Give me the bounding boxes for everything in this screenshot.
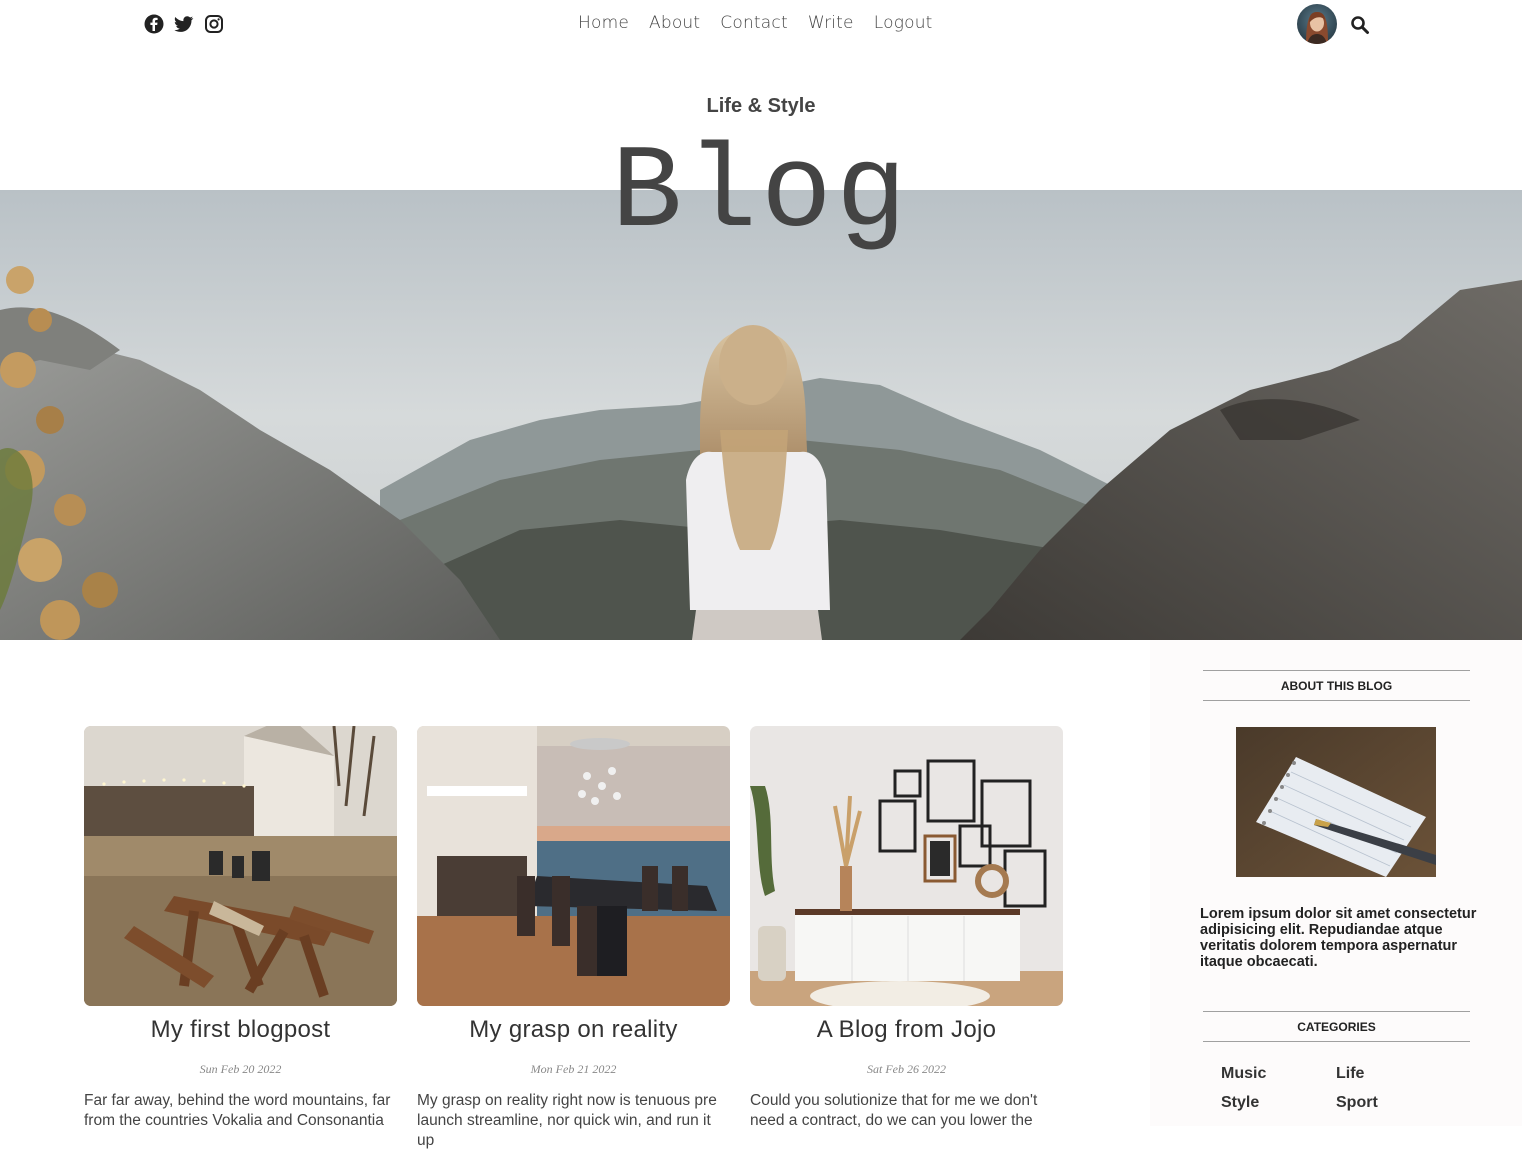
post-title[interactable]: My grasp on reality bbox=[417, 1016, 730, 1044]
post-card[interactable]: A Blog from Jojo Sat Feb 26 2022 Could y… bbox=[750, 726, 1063, 1151]
about-text: Lorem ipsum dolor sit amet consectetur a… bbox=[1200, 906, 1477, 970]
instagram-icon[interactable] bbox=[204, 13, 224, 35]
about-heading: ABOUT THIS BLOG bbox=[1203, 670, 1470, 701]
facebook-icon[interactable] bbox=[144, 13, 164, 35]
post-card[interactable]: My grasp on reality Mon Feb 21 2022 My g… bbox=[417, 726, 730, 1151]
sidebar: ABOUT THIS BLOG Lorem ipsum dolor sit am… bbox=[1150, 640, 1522, 1126]
post-card[interactable]: My first blogpost Sun Feb 20 2022 Far fa… bbox=[84, 726, 397, 1151]
post-image[interactable] bbox=[417, 726, 730, 1006]
post-date: Sat Feb 26 2022 bbox=[867, 1062, 946, 1076]
nav-about[interactable]: About bbox=[649, 13, 700, 33]
social-links bbox=[144, 13, 224, 35]
post-date: Mon Feb 21 2022 bbox=[530, 1062, 617, 1076]
post-excerpt: My grasp on reality right now is tenuous… bbox=[417, 1092, 717, 1149]
post-title[interactable]: A Blog from Jojo bbox=[750, 1016, 1063, 1044]
post-image[interactable] bbox=[84, 726, 397, 1006]
nav-logout[interactable]: Logout bbox=[874, 13, 933, 33]
post-image[interactable] bbox=[750, 726, 1063, 1006]
nav-contact[interactable]: Contact bbox=[720, 13, 788, 33]
avatar[interactable] bbox=[1297, 4, 1337, 44]
post-title[interactable]: My first blogpost bbox=[84, 1016, 397, 1044]
about-image bbox=[1236, 727, 1436, 877]
top-navbar: Home About Contact Write Logout bbox=[0, 0, 1522, 50]
post-date: Sun Feb 20 2022 bbox=[199, 1062, 282, 1076]
post-excerpt: Far far away, behind the word mountains,… bbox=[84, 1092, 391, 1129]
twitter-icon[interactable] bbox=[174, 13, 194, 35]
category-link[interactable]: Sport bbox=[1336, 1094, 1451, 1112]
category-link[interactable]: Life bbox=[1336, 1065, 1451, 1083]
nav-write[interactable]: Write bbox=[808, 13, 854, 33]
post-excerpt: Could you solutionize that for me we don… bbox=[750, 1092, 1038, 1129]
post-list: My first blogpost Sun Feb 20 2022 Far fa… bbox=[84, 726, 1063, 1151]
main-nav: Home About Contact Write Logout bbox=[578, 13, 933, 33]
categories-heading: CATEGORIES bbox=[1203, 1011, 1470, 1042]
site-subtitle: Life & Style bbox=[706, 95, 816, 117]
nav-home[interactable]: Home bbox=[578, 13, 629, 33]
site-title: Blog bbox=[611, 128, 911, 261]
category-list: Music Life Style Sport bbox=[1221, 1065, 1461, 1112]
search-icon[interactable] bbox=[1350, 15, 1370, 35]
category-link[interactable]: Music bbox=[1221, 1065, 1336, 1083]
category-link[interactable]: Style bbox=[1221, 1094, 1336, 1112]
